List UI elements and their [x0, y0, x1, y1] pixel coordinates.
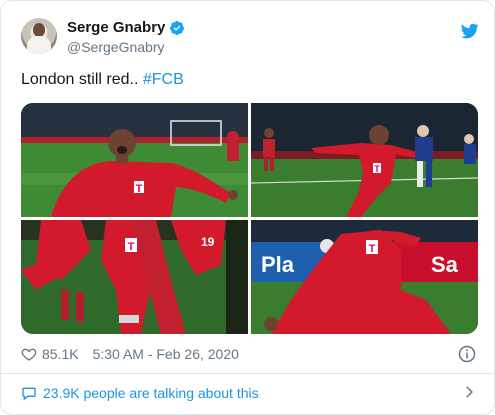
kit-sponsor-text: T [374, 164, 380, 174]
chat-bubble-icon [22, 387, 36, 401]
photo-1-image: T [21, 103, 248, 217]
timestamp[interactable]: 5:30 AM - Feb 26, 2020 [93, 346, 239, 362]
tweet-header: Serge Gnabry @SergeGnabry [21, 16, 481, 62]
photo-knee-slide[interactable]: Pla Sa T [251, 220, 478, 334]
like-count[interactable]: 85.1K [42, 346, 79, 362]
divider [1, 373, 494, 374]
media-grid: T T 19 T Pla Sa T [21, 103, 478, 334]
tweet-text: London still red.. #FCB [21, 71, 184, 89]
heart-icon[interactable] [21, 346, 37, 362]
avatar[interactable] [21, 18, 57, 54]
hashtag-link[interactable]: #FCB [143, 71, 184, 88]
conversation-link[interactable]: 23.9K people are talking about this [21, 383, 478, 403]
conversation-text: 23.9K people are talking about this [43, 385, 259, 401]
photo-celebration-shout[interactable]: T [21, 103, 248, 217]
chevron-right-icon [466, 386, 473, 398]
kit-sponsor-text: T [369, 243, 376, 255]
tweet-card: Serge Gnabry @SergeGnabry London still r… [0, 0, 495, 415]
kit-sponsor-text: T [128, 241, 135, 253]
photo-3-image: 19 T [21, 220, 248, 334]
photo-celebration-run[interactable]: T [251, 103, 478, 217]
ad-board-text-2: Sa [431, 252, 459, 277]
photo-celebration-closeup[interactable]: 19 T [21, 220, 248, 334]
kit-sponsor-text: T [136, 183, 143, 195]
display-name[interactable]: Serge Gnabry [67, 19, 165, 36]
photo-2-image: T [251, 103, 478, 217]
photo-4-image: Pla Sa T [251, 220, 478, 334]
info-icon[interactable] [458, 345, 476, 363]
player-number: 19 [201, 235, 215, 249]
verified-badge-icon [170, 20, 185, 35]
tweet-stats: 85.1K 5:30 AM - Feb 26, 2020 [21, 344, 478, 364]
ad-board-text-1: Pla [261, 252, 295, 277]
user-handle[interactable]: @SergeGnabry [67, 39, 185, 55]
author-names: Serge Gnabry @SergeGnabry [67, 18, 185, 55]
twitter-bird-icon[interactable] [461, 22, 479, 40]
tweet-body: London still red.. [21, 71, 143, 88]
